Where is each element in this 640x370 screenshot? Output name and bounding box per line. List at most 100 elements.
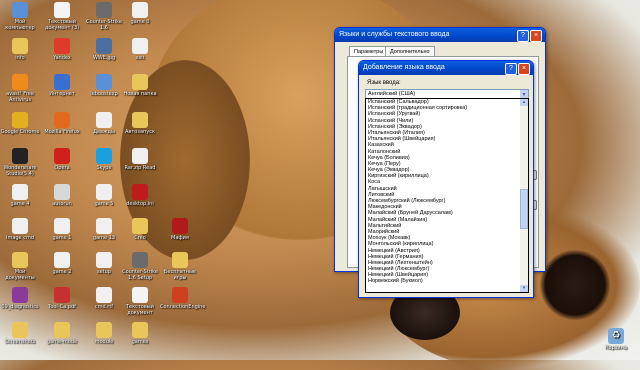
desktop-icon-label: Creo (134, 235, 146, 241)
language-option[interactable]: Норвежский (Букмол) (366, 278, 518, 284)
language-dropdown-list[interactable]: Испанский (Сальвадор) Испанский (традицио… (365, 98, 529, 293)
desktop-icon[interactable]: Mozilla Firefox (42, 112, 82, 135)
cs-icon (96, 2, 112, 18)
folder-icon (172, 252, 188, 268)
desktop-icon[interactable]: Новая папка (120, 74, 160, 97)
dialog-titlebar[interactable]: Добавление языка ввода ? × (359, 61, 533, 75)
desktop-icon-label: Skype (96, 165, 112, 171)
desktop-icon[interactable]: 09_diagnostics (0, 287, 40, 310)
desktop-icon[interactable]: desktop.ini (120, 184, 160, 207)
text-doc-icon (132, 287, 148, 303)
file-icon (132, 38, 148, 54)
desktop-icon[interactable]: Бесплатные игры (160, 252, 200, 281)
desktop-icon[interactable]: games (120, 322, 160, 345)
desktop-icon-label: avast! Free Antivirus (6, 91, 34, 103)
desktop-icon[interactable]: Мой компьютер (0, 2, 40, 31)
internet-icon (54, 74, 70, 90)
computer-icon (12, 2, 28, 18)
desktop-icon[interactable]: Image cmd (0, 218, 40, 241)
file-icon (96, 184, 112, 200)
folder-icon (54, 322, 70, 338)
skype-icon (96, 148, 112, 164)
avast-icon (12, 74, 28, 90)
desktop-icon[interactable]: Дважды (84, 112, 124, 135)
desktop-icon[interactable]: Counter-Strike 1.6 (84, 2, 124, 31)
desktop-icon[interactable]: ConnectionEngine (160, 287, 205, 310)
desktop-icon-label: game 0 (130, 19, 150, 25)
desktop-icon[interactable]: cmd.rtf (84, 287, 124, 310)
desktop-icon[interactable]: exit (120, 38, 160, 61)
my-documents-icon (12, 252, 28, 268)
desktop-icon-label: desktop.ini (126, 201, 154, 207)
close-button[interactable]: × (530, 30, 542, 42)
desktop-icon[interactable]: module (84, 322, 124, 345)
scroll-down-button[interactable]: ▾ (520, 285, 528, 292)
desktop-icon[interactable]: game 2 (42, 252, 82, 275)
desktop-icon-label: Counter-Strike 1.6 (86, 19, 122, 31)
list-scrollbar[interactable]: ▴ ▾ (520, 99, 528, 292)
folder-icon (12, 322, 28, 338)
input-language-label: Язык ввода: (367, 80, 401, 86)
desktop-icon[interactable]: Автозапуск (120, 112, 160, 135)
desktop-icon-label: Автозапуск (124, 129, 156, 135)
desktop-icon-label: Бесплатные игры (164, 269, 196, 281)
file-icon (96, 252, 112, 268)
desktop-icon[interactable]: Wondershare Studio(5.4) (0, 148, 40, 177)
desktop-icon[interactable]: info (0, 38, 40, 61)
desktop-icon[interactable]: game 1 (42, 218, 82, 241)
desktop-icon[interactable]: Screenshots (0, 322, 40, 345)
desktop-icon[interactable]: game 5 (84, 184, 124, 207)
settings-file-icon (54, 184, 70, 200)
desktop-icon-label: game 13 (92, 235, 116, 241)
desktop-icon[interactable]: Интернет (42, 74, 82, 97)
desktop-icon[interactable]: Ieboostexp (84, 74, 124, 97)
wallpaper-puppy-paw (540, 250, 610, 320)
desktop-icon[interactable]: game 4 (0, 184, 40, 207)
text-doc-icon (54, 2, 70, 18)
desktop-icon-label: exit (135, 55, 145, 61)
scroll-thumb[interactable] (520, 189, 528, 229)
desktop-icon-recycle-bin[interactable]: ♻ Корзина (596, 328, 636, 351)
desktop-icon[interactable]: Текстовый документ (3) (42, 2, 82, 31)
desktop-icon[interactable]: Rar.zip Read (120, 148, 160, 171)
desktop-icon[interactable]: game 0 (120, 2, 160, 25)
file-icon (54, 218, 70, 234)
desktop-icon[interactable]: Counter-Strike 1.6 Setup (120, 252, 160, 281)
desktop-icon[interactable]: Мафия (160, 218, 200, 241)
desktop-icon-label: Counter-Strike 1.6 Setup (122, 269, 158, 281)
folder-icon (132, 322, 148, 338)
desktop-icon-label: game 1 (52, 235, 72, 241)
window-title: Языки и службы текстового ввода (339, 31, 450, 38)
cs-setup-icon (132, 252, 148, 268)
desktop-icon-label: game-mode (46, 339, 78, 345)
file-icon (54, 252, 70, 268)
desktop-icon[interactable]: game-mode (42, 322, 82, 345)
close-button[interactable]: × (518, 63, 530, 75)
file-icon (96, 218, 112, 234)
desktop-icon[interactable]: Мои документы (0, 252, 40, 281)
desktop-icon[interactable]: game 13 (84, 218, 124, 241)
desktop-icon[interactable]: Skype (84, 148, 124, 171)
yandex-icon (54, 38, 70, 54)
help-button[interactable]: ? (505, 63, 517, 75)
desktop-icon-label: game 2 (52, 269, 72, 275)
desktop-icon[interactable]: Текстовый документ (120, 287, 160, 316)
desktop-icon-label: Интернет (49, 91, 75, 97)
desktop-icon[interactable]: WWE.jpg (84, 38, 124, 61)
desktop-icon[interactable]: setup (84, 252, 124, 275)
desktop-icon-label: Rar.zip Read (124, 165, 156, 171)
desktop-icon[interactable]: Creo (120, 218, 160, 241)
scroll-up-button[interactable]: ▴ (520, 99, 528, 106)
desktop-icon[interactable]: Yandex (42, 38, 82, 61)
desktop-icon[interactable]: autorun (42, 184, 82, 207)
desktop-icon-label: WWE.jpg (92, 55, 116, 61)
wondershare-icon (12, 148, 28, 164)
help-button[interactable]: ? (517, 30, 529, 42)
desktop-icon[interactable]: Tool-Ca.pdf (42, 287, 82, 310)
add-input-language-dialog: Добавление языка ввода ? × Язык ввода: А… (358, 60, 534, 298)
desktop-icon[interactable]: avast! Free Antivirus (0, 74, 40, 103)
text-services-titlebar[interactable]: Языки и службы текстового ввода ? × (335, 28, 545, 42)
file-icon (132, 2, 148, 18)
desktop-icon[interactable]: Opera (42, 148, 82, 171)
desktop-icon[interactable]: Google Chrome (0, 112, 40, 135)
